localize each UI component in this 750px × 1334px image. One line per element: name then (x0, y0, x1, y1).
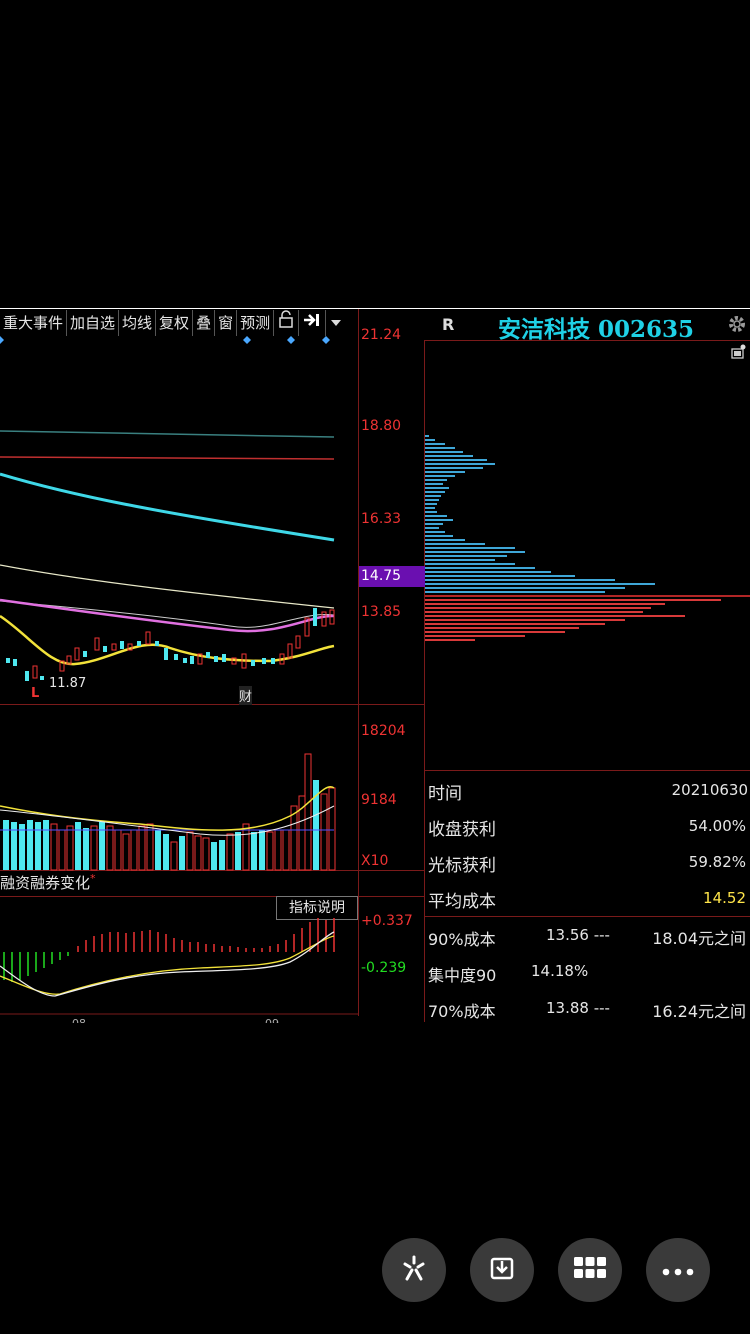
ma-line-pink (0, 598, 335, 633)
sparkle-button[interactable] (382, 1238, 446, 1302)
toolbar-major-events-button[interactable]: 重大事件 (0, 310, 68, 336)
lock-open-icon[interactable] (274, 310, 300, 336)
grid-icon (573, 1256, 607, 1284)
candles[interactable] (6, 608, 335, 681)
cost90-high: 18.04元之间 (652, 929, 746, 948)
volume-ma-white (0, 805, 335, 836)
stock-header: R 安洁科技 002635 (358, 308, 750, 343)
toolbar-moving-average-button[interactable]: 均线 (119, 310, 157, 336)
volume-bars[interactable] (3, 753, 336, 871)
toolbar-adjust-button[interactable]: 复权 (156, 310, 194, 336)
indicator-line-yellow (0, 935, 335, 995)
r-label: R (442, 315, 455, 334)
date-tick: 08 (72, 1017, 86, 1023)
triangle-down-icon[interactable] (326, 310, 346, 336)
ma-line-long (0, 430, 335, 438)
time-label: 时间 (428, 784, 462, 804)
current-price-label: 14.75 (361, 568, 402, 584)
low-letter-marker: L (31, 686, 40, 701)
price-axis-label: 16.33 (361, 511, 402, 527)
close-profit-value: 54.00% (688, 817, 746, 835)
chip-bottom-line (425, 770, 750, 771)
avg-cost-value: 14.52 (703, 889, 746, 907)
sparkle-icon (399, 1253, 429, 1287)
grid-button[interactable] (558, 1238, 622, 1302)
ma-line-cyan (0, 472, 335, 542)
download-icon (487, 1253, 517, 1287)
concentration90-value: 14.18% (531, 962, 589, 980)
volume-axis-label: 9184 (361, 792, 397, 808)
price-axis-label: 18.80 (361, 418, 402, 434)
info-divider (425, 916, 750, 917)
indicator-axis-label: -0.239 (361, 960, 407, 976)
indicator-line-white (0, 931, 335, 997)
event-markers[interactable] (0, 336, 330, 344)
price-axis-label: 21.24 (361, 327, 402, 343)
toolbar-overlay-button[interactable]: 叠 (193, 310, 216, 336)
time-value: 20210630 (671, 781, 748, 799)
toolbar-add-watchlist-button[interactable]: 加自选 (67, 310, 120, 336)
close-profit-label: 收盘获利 (428, 820, 496, 840)
toolbar-window-button[interactable]: 窗 (215, 310, 238, 336)
ma-line-red (0, 456, 335, 460)
stock-title: 安洁科技 002635 (498, 316, 695, 343)
cost70-low: 13.88 --- (546, 999, 610, 1017)
gear-icon[interactable] (726, 313, 748, 335)
toolbar-forecast-button[interactable]: 预测 (237, 310, 275, 336)
chart-toolbar: 重大事件 加自选 均线 复权 叠 窗 预测 (0, 308, 358, 337)
cost90-low: 13.56 --- (546, 926, 610, 944)
ma-line-white (0, 564, 335, 609)
avg-cost-label: 平均成本 (428, 892, 496, 912)
cost70-label: 70%成本 (428, 1002, 496, 1021)
indicator-axis-label: +0.337 (361, 913, 413, 929)
financial-report-marker[interactable]: 财 (239, 686, 253, 705)
date-tick: 09 (265, 1017, 279, 1023)
price-axis-label: 13.85 (361, 604, 402, 620)
volume-ma-yellow (0, 786, 335, 831)
chip-bars-blue (425, 435, 655, 593)
low-price-marker: 11.87 (49, 676, 87, 691)
chip-distribution-chart (425, 435, 750, 641)
volume-axis-label: 18204 (361, 723, 406, 739)
chip-bars-red (425, 599, 721, 641)
cost70-high: 16.24元之间 (652, 1002, 746, 1021)
download-button[interactable] (470, 1238, 534, 1302)
cursor-profit-label: 光标获利 (428, 856, 496, 876)
volume-unit-label: X10 (361, 853, 389, 869)
cost90-label: 90%成本 (428, 930, 496, 949)
concentration90-label: 集中度90 (428, 966, 497, 985)
more-button[interactable] (646, 1238, 710, 1302)
cursor-profit-value: 59.82% (688, 853, 746, 871)
axis-divider (358, 309, 359, 1016)
arrow-right-bar-icon[interactable] (299, 310, 327, 336)
more-icon (662, 1261, 694, 1280)
